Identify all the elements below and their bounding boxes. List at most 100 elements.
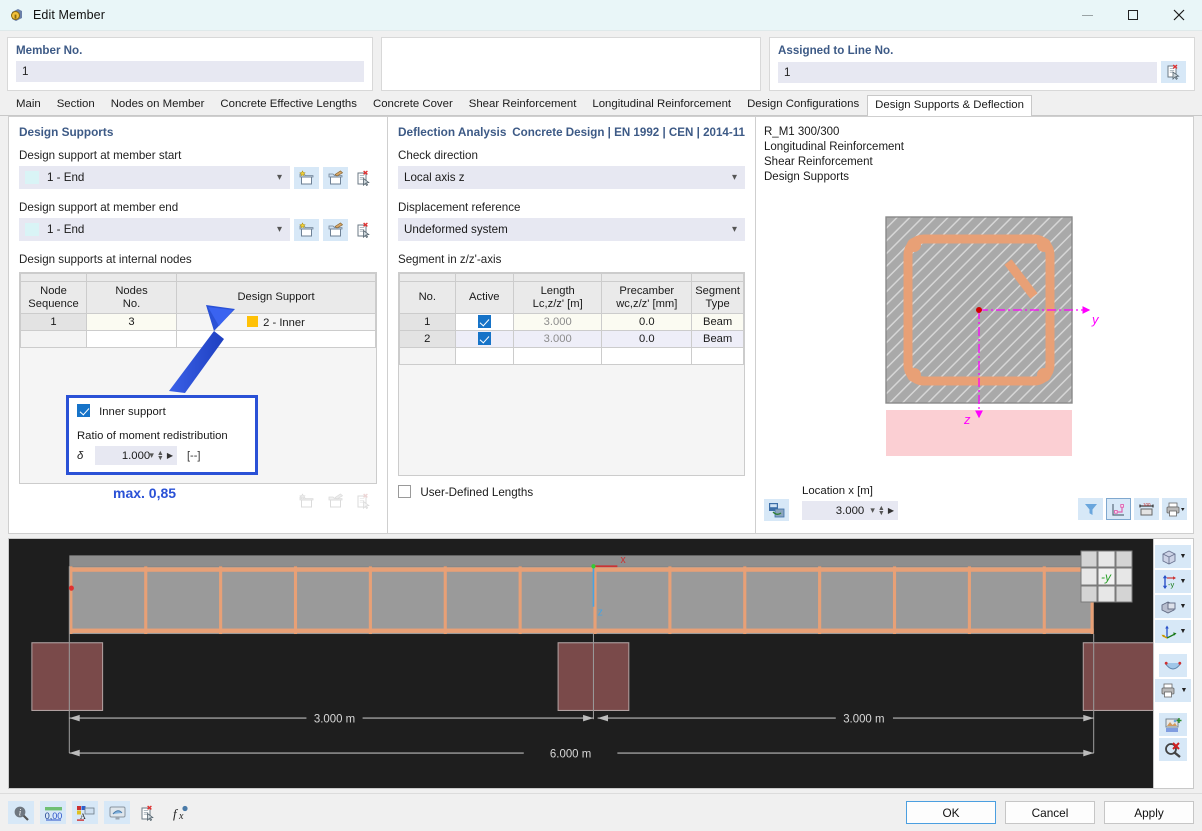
filter-icon[interactable] (1078, 498, 1103, 520)
view-cube-icon[interactable]: ▼ (1155, 545, 1191, 568)
dimensions-icon[interactable] (1106, 498, 1131, 520)
active-checkbox[interactable] (478, 332, 491, 345)
dimension-span-1: 3.000 m (314, 712, 355, 725)
render-mode-icon[interactable]: ▼ (1155, 595, 1191, 618)
table-row[interactable]: 1 3.000 0.0 Beam (400, 314, 744, 331)
status-bar-icons: i 0,00 A (8, 801, 194, 824)
new-support-icon[interactable] (294, 167, 319, 189)
edit-support-icon[interactable] (323, 167, 348, 189)
check-direction-value: Local axis z (404, 171, 465, 184)
cancel-button[interactable]: Cancel (1005, 801, 1095, 824)
pick-delete-icon[interactable] (1161, 61, 1186, 83)
dimension-total: 6.000 m (550, 747, 591, 760)
cell-active[interactable] (455, 314, 513, 331)
text-color-icon[interactable]: A (72, 801, 98, 824)
displacement-reference-row: Undeformed system ▾ (398, 218, 745, 241)
new-support-end-icon[interactable] (294, 219, 319, 241)
cell-design-support[interactable]: 2 - Inner (177, 314, 376, 331)
tab-longitudinal-reinforcement[interactable]: Longitudinal Reinforcement (584, 94, 739, 115)
tab-design-supports-deflection[interactable]: Design Supports & Deflection (867, 95, 1032, 116)
support-end-value: 1 - End (47, 223, 84, 236)
minimize-button[interactable] (1064, 0, 1110, 31)
title-bar: Edit Member (0, 0, 1202, 31)
stepper-icon[interactable]: ▲▼ (157, 451, 164, 461)
tab-main[interactable]: Main (8, 94, 49, 115)
play-icon[interactable]: ▶ (167, 451, 173, 460)
axis-z-label: z (963, 412, 971, 427)
ratio-spinner[interactable]: ▾ ▲▼ ▶ (149, 450, 173, 461)
tab-concrete-effective-lengths[interactable]: Concrete Effective Lengths (212, 94, 365, 115)
pick-delete-icon[interactable] (136, 801, 162, 824)
cell-design-support-text: 2 - Inner (263, 317, 305, 329)
info-icon[interactable]: i (8, 801, 34, 824)
axis-x-label-3d: x (620, 554, 626, 566)
tab-nodes-on-member[interactable]: Nodes on Member (103, 94, 213, 115)
delete-internal-support-icon[interactable] (352, 490, 377, 512)
formula-icon[interactable]: f x (168, 801, 194, 824)
cell-active[interactable] (455, 331, 513, 348)
ratio-row: δ 1.000 ▾ ▲▼ ▶ [--] (77, 446, 247, 465)
delete-support-icon[interactable] (352, 167, 377, 189)
preview-action-icons: 100 (1078, 498, 1187, 520)
play-icon[interactable]: ▶ (888, 506, 894, 515)
col-nodes-no: Nodes No. (87, 282, 177, 314)
close-button[interactable] (1156, 0, 1202, 31)
user-defined-lengths-checkbox[interactable] (398, 485, 411, 498)
tab-section[interactable]: Section (49, 94, 103, 115)
chevron-down-icon[interactable]: ▾ (870, 505, 875, 516)
user-defined-lengths-row[interactable]: User-Defined Lengths (398, 485, 745, 499)
inner-support-checkbox[interactable] (77, 404, 90, 417)
table-row[interactable]: 1 3 2 - Inner (21, 314, 376, 331)
active-checkbox[interactable] (478, 315, 491, 328)
view-cube-icon[interactable]: -y (1079, 549, 1135, 605)
edit-internal-support-icon[interactable] (323, 490, 348, 512)
inner-support-checkbox-row[interactable]: Inner support (77, 404, 247, 418)
decimal-places-icon[interactable]: 0,00 (40, 801, 66, 824)
cell-no: 2 (400, 331, 456, 348)
edit-support-end-icon[interactable] (323, 219, 348, 241)
print-icon[interactable] (1162, 498, 1187, 520)
reset-zoom-icon[interactable] (1159, 738, 1187, 761)
section-info-list: R_M1 300/300 Longitudinal Reinforcement … (764, 125, 1185, 185)
smile-icon[interactable] (1159, 654, 1187, 677)
table-empty-row (21, 331, 376, 348)
tab-concrete-cover[interactable]: Concrete Cover (365, 94, 461, 115)
ratio-input[interactable]: 1.000 ▾ ▲▼ ▶ (95, 446, 177, 465)
ok-button[interactable]: OK (906, 801, 996, 824)
deflection-header-row: Deflection Analysis Concrete Design | EN… (398, 125, 745, 139)
stepper-icon[interactable]: ▲▼ (878, 506, 885, 516)
cell-length: 3.000 (513, 331, 601, 348)
display-icon[interactable] (104, 801, 130, 824)
location-x-input[interactable]: 3.000 ▾ ▲▼ ▶ (802, 501, 898, 520)
location-x-spinner[interactable]: ▾ ▲▼ ▶ (870, 505, 894, 516)
snapshot-icon[interactable] (1159, 713, 1187, 736)
render-toggle-icon[interactable] (764, 499, 789, 522)
model-viewport[interactable]: 3.000 m 3.000 m 6.000 m z x (8, 538, 1154, 789)
view-direction-icon[interactable]: -y ▼ (1155, 570, 1191, 593)
support-end-color-swatch (25, 223, 39, 236)
new-internal-support-icon[interactable] (294, 490, 319, 512)
chevron-down-icon[interactable]: ▾ (149, 450, 154, 461)
ratio-label: Ratio of moment redistribution (77, 430, 247, 442)
chevron-down-icon: ▾ (277, 224, 286, 235)
assigned-line-input[interactable]: 1 (778, 62, 1157, 83)
member-no-input[interactable]: 1 (16, 61, 364, 82)
tab-shear-reinforcement[interactable]: Shear Reinforcement (461, 94, 585, 115)
cross-section-drawing: y z (876, 212, 1106, 472)
segment-table-wrap: No. Active LengthLc,z/z' [m] Precamberwc… (398, 272, 745, 476)
tab-design-configurations[interactable]: Design Configurations (739, 94, 867, 115)
maximize-button[interactable] (1110, 0, 1156, 31)
print-icon[interactable]: ▼ (1155, 679, 1191, 702)
support-end-combo[interactable]: 1 - End ▾ (19, 218, 290, 241)
check-direction-combo[interactable]: Local axis z ▾ (398, 166, 745, 189)
support-start-combo[interactable]: 1 - End ▾ (19, 166, 290, 189)
member-icon (9, 7, 25, 23)
apply-button[interactable]: Apply (1104, 801, 1194, 824)
delete-support-end-icon[interactable] (352, 219, 377, 241)
max-ratio-note: max. 0,85 (113, 485, 176, 501)
table-row[interactable]: 2 3.000 0.0 Beam (400, 331, 744, 348)
coordinate-system-icon[interactable]: ▼ (1155, 620, 1191, 643)
check-direction-label: Check direction (398, 149, 745, 162)
measure-icon[interactable]: 100 (1134, 498, 1159, 520)
displacement-reference-combo[interactable]: Undeformed system ▾ (398, 218, 745, 241)
